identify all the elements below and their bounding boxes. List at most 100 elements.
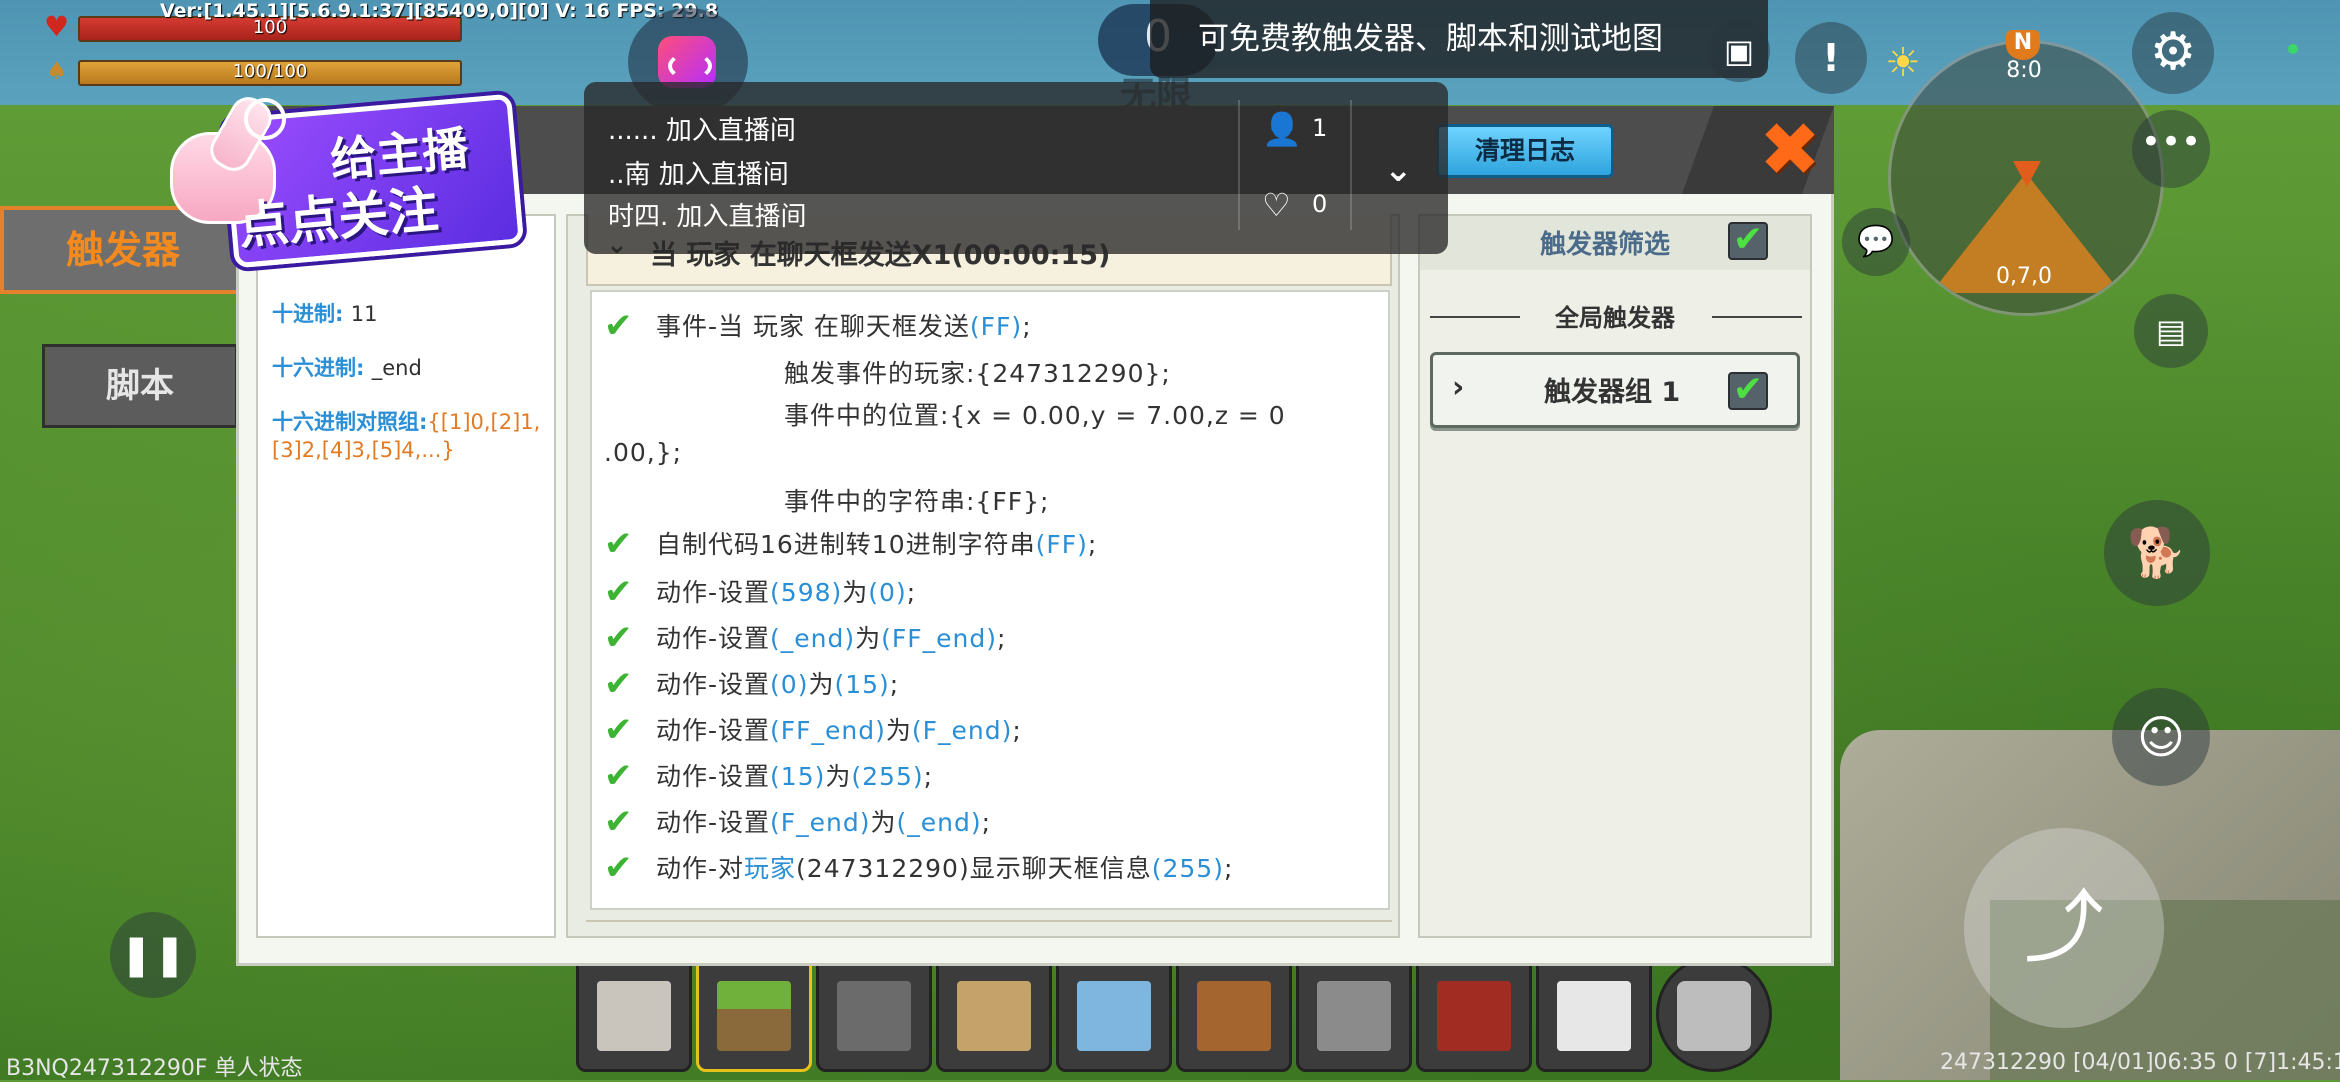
clock-text: 8:0 bbox=[2006, 58, 2042, 83]
checkmark-icon: ✔ bbox=[604, 306, 634, 346]
chevron-down-icon[interactable]: ⌄ bbox=[1384, 150, 1413, 190]
log-value: (255) bbox=[1151, 854, 1224, 883]
hotbar-slot[interactable] bbox=[1056, 956, 1172, 1072]
tab-script[interactable]: 脚本 bbox=[42, 344, 238, 428]
checkmark-icon: ✔ bbox=[604, 802, 634, 842]
log-text: 为 bbox=[808, 670, 835, 699]
log-line: ✔ 事件-当 玩家 在聊天框发送(FF); bbox=[604, 306, 1032, 346]
log-value: (FF_end) bbox=[770, 716, 886, 745]
clear-log-button[interactable]: 清理日志 bbox=[1436, 124, 1614, 178]
log-line: ✔ 自制代码16进制转10进制字符串(FF); bbox=[604, 524, 1097, 564]
log-line: 触发事件的玩家:{247312290}; bbox=[604, 354, 1171, 390]
jump-button[interactable]: ⤴ bbox=[1964, 828, 2164, 1028]
log-value: (255) bbox=[851, 762, 924, 791]
hotbar-slot[interactable] bbox=[576, 956, 692, 1072]
ice-block-icon bbox=[1077, 981, 1151, 1051]
heart-icon: ♥ bbox=[44, 10, 70, 43]
hotbar-slot[interactable] bbox=[1536, 956, 1652, 1072]
pet-button[interactable]: 🐕 bbox=[2104, 500, 2210, 606]
log-value: (15) bbox=[770, 762, 826, 791]
grass-block-icon bbox=[717, 981, 791, 1051]
filter-title: 触发器筛选 bbox=[1540, 230, 1671, 260]
alert-button[interactable]: ! bbox=[1795, 22, 1867, 94]
log-text: .00,}; bbox=[604, 438, 683, 467]
chevron-right-icon[interactable]: › bbox=[1452, 370, 1464, 405]
settings-button[interactable]: ⚙ bbox=[2132, 12, 2214, 94]
hotbar-slot[interactable] bbox=[1296, 956, 1412, 1072]
pause-button[interactable]: ❚❚ bbox=[110, 912, 196, 998]
log-text: 动作-设置 bbox=[656, 716, 771, 745]
log-text: 动作-对 bbox=[656, 854, 745, 883]
trigger-group-checkbox[interactable]: ✔ bbox=[1728, 372, 1768, 410]
log-value: (0) bbox=[770, 670, 809, 699]
log-text: 为 bbox=[842, 578, 869, 607]
log-text: 动作-设置 bbox=[656, 670, 771, 699]
status-dot bbox=[2288, 44, 2298, 54]
hotbar-slot[interactable] bbox=[1176, 956, 1292, 1072]
camera-button[interactable]: ▣ bbox=[1708, 20, 1770, 82]
log-line: ✔ 动作-设置(F_end)为(_end); bbox=[604, 802, 991, 842]
log-text: ; bbox=[1012, 716, 1022, 745]
log-text: ; bbox=[997, 624, 1007, 653]
live-join-message: 时四. 加入直播间 bbox=[608, 202, 807, 232]
hotbar bbox=[576, 956, 1776, 1080]
hotbar-slot[interactable] bbox=[936, 956, 1052, 1072]
checkmark-icon: ✔ bbox=[604, 618, 634, 658]
emote-button[interactable]: ☺ bbox=[2112, 688, 2210, 786]
info-row-hex: 十六进制: _end bbox=[272, 356, 422, 380]
backpack-button[interactable] bbox=[1656, 956, 1772, 1072]
log-value: (598) bbox=[770, 578, 843, 607]
log-text: 事件中的位置:{x = 0.00,y = 7.00,z = 0 bbox=[784, 401, 1286, 430]
log-text: 为 bbox=[855, 624, 882, 653]
viewer-count: 1 bbox=[1312, 114, 1328, 142]
pause-icon: ❚❚ bbox=[119, 932, 187, 978]
filter-all-checkbox[interactable]: ✔ bbox=[1728, 222, 1768, 260]
log-line: ✔ 动作-设置(_end)为(FF_end); bbox=[604, 618, 1006, 658]
log-text: 事件-当 玩家 在聊天框发送 bbox=[656, 312, 970, 341]
divider-line bbox=[1712, 316, 1802, 318]
info-key: 十进制 bbox=[272, 302, 335, 326]
divider-line bbox=[1238, 100, 1240, 230]
coordinates-text: 0,7,0 bbox=[1996, 264, 2052, 289]
drumstick-icon: ♠ bbox=[46, 57, 68, 85]
log-value: (_end) bbox=[770, 624, 856, 653]
follow-sticker[interactable]: 给主播 点点关注 bbox=[160, 90, 526, 269]
player-time-text: 247312290 [04/01]06:35 0 [7]1:45:1 bbox=[1940, 1050, 2340, 1075]
log-line: ✔ 动作-设置(15)为(255); bbox=[604, 756, 933, 796]
brick-block-icon bbox=[1437, 981, 1511, 1051]
log-text: 动作-设置 bbox=[656, 624, 771, 653]
close-button[interactable]: ✖ bbox=[1752, 113, 1828, 187]
log-text: 为 bbox=[885, 716, 912, 745]
checkmark-icon: ✔ bbox=[604, 710, 634, 750]
log-text: 动作-设置 bbox=[656, 808, 771, 837]
stairs-icon bbox=[1677, 981, 1751, 1051]
hotbar-slot[interactable] bbox=[1416, 956, 1532, 1072]
wood-block-icon bbox=[957, 981, 1031, 1051]
like-count: 0 bbox=[1312, 190, 1328, 218]
log-value: (F_end) bbox=[911, 716, 1013, 745]
more-button[interactable]: ••• bbox=[2132, 110, 2210, 188]
trigger-group-label: 触发器组 1 bbox=[1544, 377, 1681, 408]
log-text: ; bbox=[1223, 854, 1234, 883]
log-line: ✔ 动作-设置(FF_end)为(F_end); bbox=[604, 710, 1022, 750]
hotbar-slot[interactable] bbox=[816, 956, 932, 1072]
checkmark-icon: ✔ bbox=[1732, 369, 1764, 410]
room-status-text: B3NQ247312290F 单人状态 bbox=[6, 1056, 303, 1081]
snow-block-icon bbox=[1557, 981, 1631, 1051]
version-text: Ver:[1.45.1][5.6.9.1:37][85409,0][0] V: … bbox=[160, 0, 719, 22]
live-app-logo bbox=[658, 36, 716, 88]
info-key: 十六进制对照组 bbox=[272, 410, 419, 434]
log-text: ; bbox=[981, 808, 992, 837]
log-value: (FF) bbox=[969, 312, 1023, 341]
notebook-button[interactable]: ▤ bbox=[2134, 294, 2208, 368]
log-line: 事件中的位置:{x = 0.00,y = 7.00,z = 0 bbox=[604, 396, 1286, 432]
chat-button[interactable]: 💬 bbox=[1842, 208, 1910, 276]
notebook-icon: ▤ bbox=[2155, 312, 2187, 350]
jump-icon: ⤴ bbox=[2024, 881, 2104, 974]
hunger-bar: 100/100 bbox=[78, 60, 462, 86]
log-value: (15) bbox=[834, 670, 890, 699]
log-value: (_end) bbox=[896, 808, 982, 837]
hotbar-slot[interactable] bbox=[696, 956, 812, 1072]
log-text: 自制代码16进制转10进制字符串 bbox=[656, 530, 1036, 559]
gear-icon: ⚙ bbox=[2149, 22, 2197, 82]
